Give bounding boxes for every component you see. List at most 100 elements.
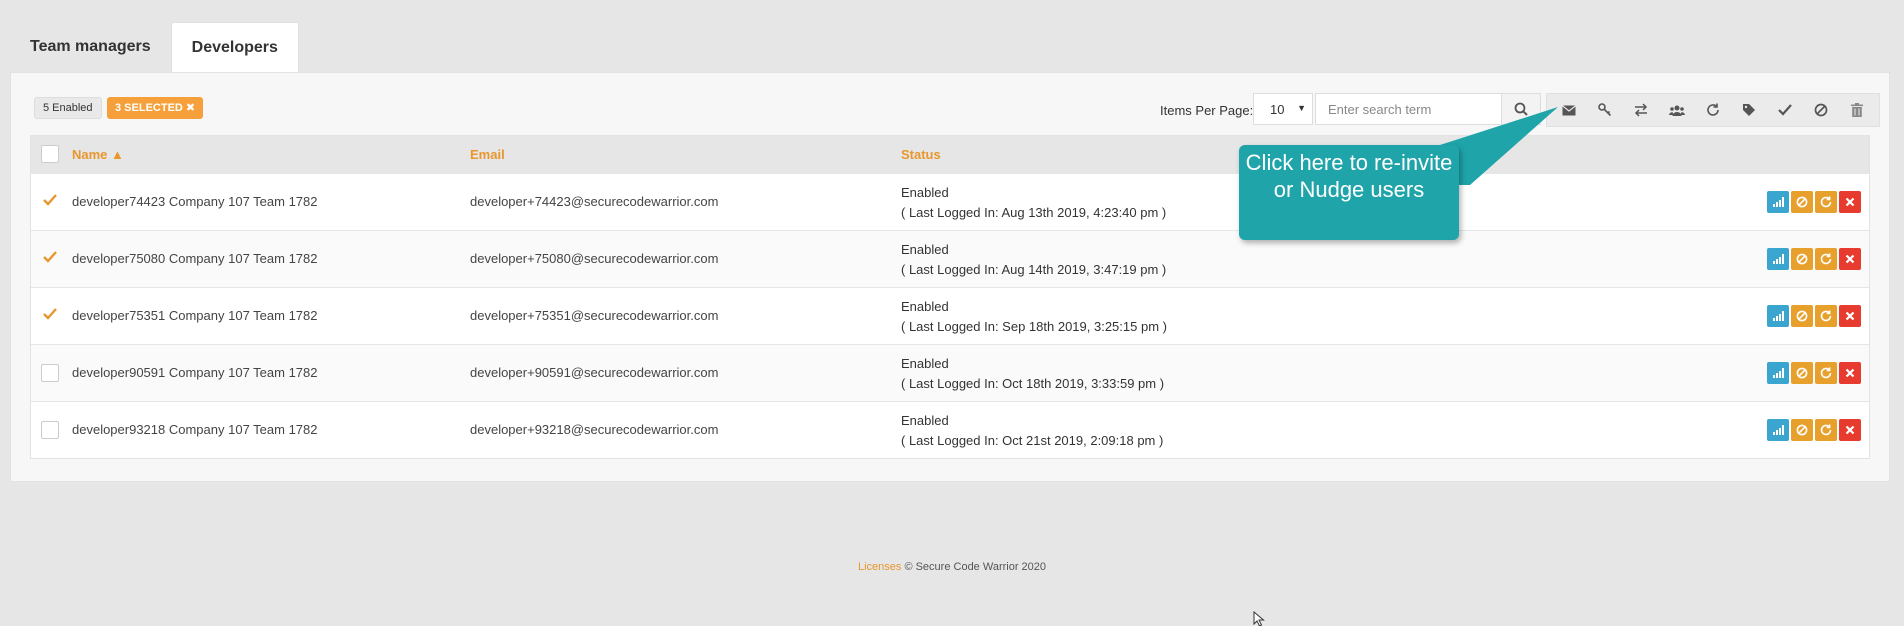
disable-user-button[interactable]	[1791, 419, 1813, 441]
licenses-link[interactable]: Licenses	[858, 561, 901, 573]
refresh-icon	[1820, 367, 1832, 379]
sort-asc-icon: ▲	[111, 147, 124, 162]
developer-name: developer74423 Company 107 Team 1782	[72, 194, 318, 209]
refresh-icon	[1820, 424, 1832, 436]
developer-email: developer+74423@securecodewarrior.com	[470, 194, 719, 209]
close-icon	[1845, 254, 1855, 264]
ban-icon	[1796, 253, 1808, 265]
disable-user-button[interactable]	[1791, 305, 1813, 327]
trash-icon	[1851, 103, 1863, 117]
last-login-text: ( Last Logged In: Aug 14th 2019, 3:47:19…	[901, 262, 1167, 277]
stats-button[interactable]	[1767, 191, 1789, 213]
status-column-header[interactable]: Status	[901, 147, 941, 162]
tab-developers[interactable]: Developers	[170, 22, 299, 72]
last-login-text: ( Last Logged In: Oct 21st 2019, 2:09:18…	[901, 433, 1164, 448]
refresh-icon	[1820, 196, 1832, 208]
transfer-button[interactable]	[1623, 95, 1659, 125]
ban-icon	[1796, 196, 1808, 208]
last-login-text: ( Last Logged In: Aug 13th 2019, 4:23:40…	[901, 205, 1167, 220]
transfer-icon	[1634, 103, 1648, 117]
status-text: Enabled	[901, 413, 949, 428]
close-icon	[1845, 311, 1855, 321]
mouse-cursor-icon	[1253, 611, 1265, 626]
select-all-checkbox[interactable]	[41, 145, 59, 163]
row-checkbox[interactable]	[41, 364, 59, 382]
delete-user-button[interactable]	[1839, 419, 1861, 441]
row-actions	[1767, 248, 1861, 270]
table-body: developer74423 Company 107 Team 1782 deve…	[31, 173, 1869, 458]
reset-user-button[interactable]	[1815, 191, 1837, 213]
delete-button[interactable]	[1839, 95, 1875, 125]
status-text: Enabled	[901, 242, 949, 257]
developer-name: developer75351 Company 107 Team 1782	[72, 308, 318, 323]
last-login-text: ( Last Logged In: Sep 18th 2019, 3:25:15…	[901, 319, 1167, 334]
email-column-header[interactable]: Email	[470, 147, 505, 162]
bar-chart-icon	[1772, 254, 1784, 264]
table-row: developer74423 Company 107 Team 1782 deve…	[31, 173, 1869, 230]
stats-button[interactable]	[1767, 248, 1789, 270]
key-icon	[1598, 103, 1612, 117]
table-row: developer93218 Company 107 Team 1782 deve…	[31, 401, 1869, 458]
status-text: Enabled	[901, 299, 949, 314]
selected-count-badge[interactable]: 3 SELECTED ✖	[107, 97, 204, 119]
developer-email: developer+90591@securecodewarrior.com	[470, 365, 719, 380]
table-row: developer75080 Company 107 Team 1782 deve…	[31, 230, 1869, 287]
developer-name: developer75080 Company 107 Team 1782	[72, 251, 318, 266]
copyright-text: © Secure Code Warrior 2020	[904, 561, 1047, 573]
developers-table: Name ▲ Email Status developer74423 Compa…	[30, 135, 1870, 459]
delete-user-button[interactable]	[1839, 248, 1861, 270]
disable-user-button[interactable]	[1791, 191, 1813, 213]
close-icon	[1845, 425, 1855, 435]
reset-user-button[interactable]	[1815, 248, 1837, 270]
row-selected-check-icon[interactable]	[43, 307, 57, 321]
delete-user-button[interactable]	[1839, 362, 1861, 384]
bulk-action-toolbar	[1546, 93, 1880, 127]
close-icon	[1845, 368, 1855, 378]
help-callout: Click here to re-invite or Nudge users	[1239, 145, 1459, 240]
delete-user-button[interactable]	[1839, 305, 1861, 327]
bar-chart-icon	[1772, 368, 1784, 378]
disable-user-button[interactable]	[1791, 248, 1813, 270]
row-selected-check-icon[interactable]	[43, 193, 57, 207]
row-checkbox[interactable]	[41, 421, 59, 439]
table-row: developer90591 Company 107 Team 1782 deve…	[31, 344, 1869, 401]
status-text: Enabled	[901, 185, 949, 200]
last-login-text: ( Last Logged In: Oct 18th 2019, 3:33:59…	[901, 376, 1165, 391]
tag-icon	[1743, 104, 1755, 116]
enable-button[interactable]	[1767, 95, 1803, 125]
ban-icon	[1796, 424, 1808, 436]
items-per-page-select[interactable]: 10 ▼	[1253, 93, 1313, 125]
tab-team-managers[interactable]: Team managers	[10, 22, 171, 72]
refresh-button[interactable]	[1695, 95, 1731, 125]
tag-button[interactable]	[1731, 95, 1767, 125]
refresh-icon	[1820, 253, 1832, 265]
row-selected-check-icon[interactable]	[43, 250, 57, 264]
stats-button[interactable]	[1767, 362, 1789, 384]
bar-chart-icon	[1772, 311, 1784, 321]
footer: Licenses © Secure Code Warrior 2020	[0, 561, 1904, 573]
developer-email: developer+75080@securecodewarrior.com	[470, 251, 719, 266]
ban-icon	[1796, 367, 1808, 379]
assign-team-button[interactable]	[1659, 95, 1695, 125]
delete-user-button[interactable]	[1839, 191, 1861, 213]
reset-user-button[interactable]	[1815, 305, 1837, 327]
stats-button[interactable]	[1767, 305, 1789, 327]
developer-name: developer90591 Company 107 Team 1782	[72, 365, 318, 380]
bar-chart-icon	[1772, 197, 1784, 207]
ban-icon	[1814, 103, 1828, 117]
bar-chart-icon	[1772, 425, 1784, 435]
disable-user-button[interactable]	[1791, 362, 1813, 384]
reset-user-button[interactable]	[1815, 362, 1837, 384]
items-per-page-value: 10	[1270, 102, 1285, 117]
check-icon	[1778, 104, 1792, 116]
stats-button[interactable]	[1767, 419, 1789, 441]
name-column-header[interactable]: Name ▲	[72, 147, 124, 162]
refresh-icon	[1707, 103, 1719, 116]
refresh-icon	[1820, 310, 1832, 322]
developers-panel: 5 Enabled 3 SELECTED ✖ Items Per Page: 1…	[10, 72, 1890, 482]
disable-button[interactable]	[1803, 95, 1839, 125]
row-actions	[1767, 191, 1861, 213]
reset-user-button[interactable]	[1815, 419, 1837, 441]
row-actions	[1767, 419, 1861, 441]
reset-password-button[interactable]	[1587, 95, 1623, 125]
